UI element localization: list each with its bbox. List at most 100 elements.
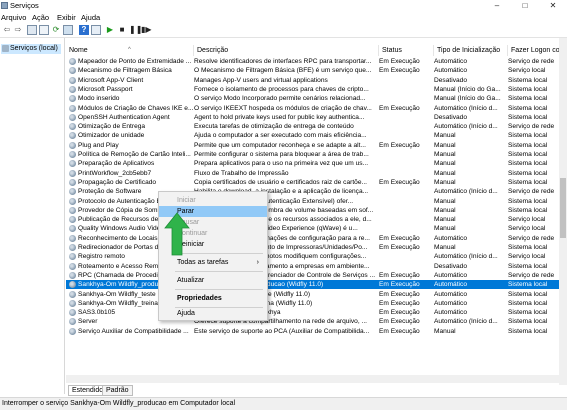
cell-startup-type: Manual xyxy=(434,216,456,224)
menu-item-todas-as-tarefas[interactable]: Todas as tarefas › xyxy=(159,257,267,268)
properties-icon[interactable] xyxy=(39,25,49,35)
table-row[interactable]: Mapeador de Ponto de Extremidade ... Reso… xyxy=(66,57,567,66)
cell-startup-type: Manual (Início do Ga... xyxy=(434,85,501,93)
back-icon[interactable]: ⇦ xyxy=(2,25,12,35)
cell-description: Permite configurar o sistema para bloque… xyxy=(194,151,369,158)
tab-padrao[interactable]: Padrão xyxy=(102,385,133,396)
refresh-icon[interactable]: ⟳ xyxy=(51,25,61,35)
table-row[interactable]: Sankhya-Om Wildfly_testeSankhya-Om Wildf… xyxy=(66,290,567,299)
minimize-button[interactable]: – xyxy=(483,0,511,12)
cell-status: Em Execução xyxy=(379,327,420,335)
cell-logon: Sistema local xyxy=(508,299,548,307)
maximize-button[interactable]: □ xyxy=(511,0,539,12)
table-row[interactable]: Reconhecimento de Locais de Rede Coleta e… xyxy=(66,234,567,243)
cell-logon: Sistema local xyxy=(508,206,548,214)
table-row[interactable]: OpenSSH Authentication Agent Agent to hol… xyxy=(66,113,567,122)
table-row[interactable]: Otimização de Entrega Executa tarefas de … xyxy=(66,122,567,131)
service-gear-icon xyxy=(69,327,76,335)
vertical-scrollbar[interactable] xyxy=(559,38,567,385)
table-row[interactable]: Redirecionador de Portas de Modo U... Per… xyxy=(66,243,567,252)
table-row[interactable]: Proteção de Software Habilita o download,… xyxy=(66,187,567,196)
close-button[interactable]: ✕ xyxy=(539,0,567,12)
table-row[interactable]: Protocolo de Autenticação Extensível O se… xyxy=(66,197,567,206)
table-row[interactable]: Modo inserido O serviço Modo Incorporado … xyxy=(66,94,567,103)
column-header-startup-type[interactable]: Tipo de Inicialização xyxy=(434,45,508,56)
table-row[interactable]: Plug and Play Permite que um computador r… xyxy=(66,141,567,150)
up-arrow-annotation-icon xyxy=(164,212,190,256)
table-row[interactable]: Roteamento e Acesso Remoto Oferece serviç… xyxy=(66,262,567,271)
table-row[interactable]: Quality Windows Audio Video Experience Qu… xyxy=(66,224,567,233)
menu-bar: Arquivo Ação Exibir Ajuda xyxy=(0,12,567,23)
cell-status: Em Execução xyxy=(379,281,420,289)
service-gear-icon xyxy=(69,299,76,307)
cell-startup-type: Manual (Início do Ga... xyxy=(434,95,501,103)
table-row[interactable]: Microsoft Passport Fornece o isolamento d… xyxy=(66,85,567,94)
help-icon[interactable]: ? xyxy=(79,25,89,35)
console-tree: Serviços (local) xyxy=(0,38,65,394)
service-gear-icon xyxy=(69,141,76,149)
pause-icon[interactable]: ❚❚ xyxy=(129,25,142,35)
services-app-icon xyxy=(1,2,8,9)
cell-logon: Sistema local xyxy=(508,309,548,317)
table-row[interactable]: Microsoft App-V Client Manages App-V user… xyxy=(66,76,567,85)
menu-item-iniciar: Iniciar xyxy=(177,197,196,204)
console-tree-icon[interactable] xyxy=(27,25,37,35)
cell-logon: Serviço de rede xyxy=(508,271,555,279)
menu-exibir[interactable]: Exibir xyxy=(57,13,76,22)
cell-startup-type: Manual xyxy=(434,151,456,158)
service-gear-icon xyxy=(69,104,76,112)
cell-startup-type: Automático (Início d... xyxy=(434,104,498,112)
cell-startup-type: Automático (Início d... xyxy=(434,253,498,261)
table-row[interactable]: Registro remoto Permite que usuários remo… xyxy=(66,252,567,261)
cell-status: Em Execução xyxy=(379,318,420,326)
cell-status: Em Execução xyxy=(379,104,420,112)
cell-startup-type: Automático xyxy=(434,234,467,242)
cell-name: Preparação de Aplicativos xyxy=(78,160,155,168)
table-row[interactable]: RPC (Chamada de Procedimento Rem... O ser… xyxy=(66,271,567,280)
table-row[interactable]: Sankhya-Om Wildfly_treinaSankhya-Om Wild… xyxy=(66,299,567,308)
cell-name: PrintWorkflow_2cb5ebb7 xyxy=(78,169,152,177)
stop-icon[interactable]: ■ xyxy=(117,25,127,35)
table-row[interactable]: Otimizador de unidade Ajuda o computador … xyxy=(66,131,567,140)
cell-logon: Sistema local xyxy=(508,262,548,270)
cell-status: Em Execução xyxy=(379,244,420,251)
column-header-description[interactable]: Descrição xyxy=(194,45,379,56)
cell-status: Em Execução xyxy=(379,234,420,242)
table-row[interactable]: Propagação de Certificado Copia certifica… xyxy=(66,178,567,187)
cell-logon: Sistema local xyxy=(508,197,548,205)
cell-startup-type: Manual xyxy=(434,197,456,205)
table-row[interactable]: Publicação de Recursos de Descoberta Publ… xyxy=(66,215,567,224)
forward-icon[interactable]: ⇨ xyxy=(13,25,23,35)
table-row[interactable]: PrintWorkflow_2cb5ebb7 Fluxo de Trabalho … xyxy=(66,169,567,178)
tree-item-label: Serviços (local) xyxy=(10,45,58,52)
table-row[interactable]: Serviço Auxiliar de Compatibilidade ... E… xyxy=(66,327,567,336)
cell-description: Resolve identificadores de interfaces RP… xyxy=(194,58,372,65)
table-row[interactable]: Server Oferece suporte a compartilhamento… xyxy=(66,317,567,326)
cell-description: Este serviço de suporte ao PCA (Auxiliar… xyxy=(194,327,370,335)
table-row[interactable]: Módulos de Criação de Chaves IKE e... O s… xyxy=(66,104,567,113)
table-row[interactable]: Política de Remoção de Cartão Inteli... P… xyxy=(66,150,567,159)
menu-item-propriedades[interactable]: Propriedades xyxy=(159,293,267,304)
table-row[interactable]: SAS3.0b105Servidor de Acessos sankhyaEm … xyxy=(66,308,567,317)
horizontal-scrollbar[interactable] xyxy=(66,375,559,383)
cell-description: O serviço IKEEXT hospeda os módulos de c… xyxy=(194,104,372,112)
table-row[interactable]: Mecanismo de Filtragem Básica O Mecanismo… xyxy=(66,66,567,75)
menu-item-atualizar[interactable]: Atualizar xyxy=(159,275,267,286)
menu-acao[interactable]: Ação xyxy=(32,13,49,22)
restart-icon[interactable]: ▮▶ xyxy=(141,25,152,35)
cell-status xyxy=(379,169,432,178)
scrollbar-thumb[interactable] xyxy=(560,178,566,238)
column-header-name[interactable]: Nome ^ xyxy=(66,45,194,56)
console-icon[interactable] xyxy=(91,25,101,35)
menu-item-ajuda[interactable]: Ajuda xyxy=(159,308,267,319)
table-row[interactable]: Provedor de Cópia de Sombra de Sof... Ger… xyxy=(66,206,567,215)
menu-ajuda[interactable]: Ajuda xyxy=(81,13,100,22)
table-row[interactable]: Preparação de Aplicativos Prepara aplicat… xyxy=(66,159,567,168)
table-row[interactable]: Sankhya-Om Wildfly_producaoSankhya-Om Wi… xyxy=(66,280,567,290)
export-icon[interactable] xyxy=(63,25,73,35)
cell-logon: Sistema local xyxy=(508,113,548,121)
menu-arquivo[interactable]: Arquivo xyxy=(1,13,26,22)
column-header-status[interactable]: Status xyxy=(379,45,434,56)
cell-status xyxy=(379,113,432,122)
play-icon[interactable]: ▶ xyxy=(105,25,115,35)
